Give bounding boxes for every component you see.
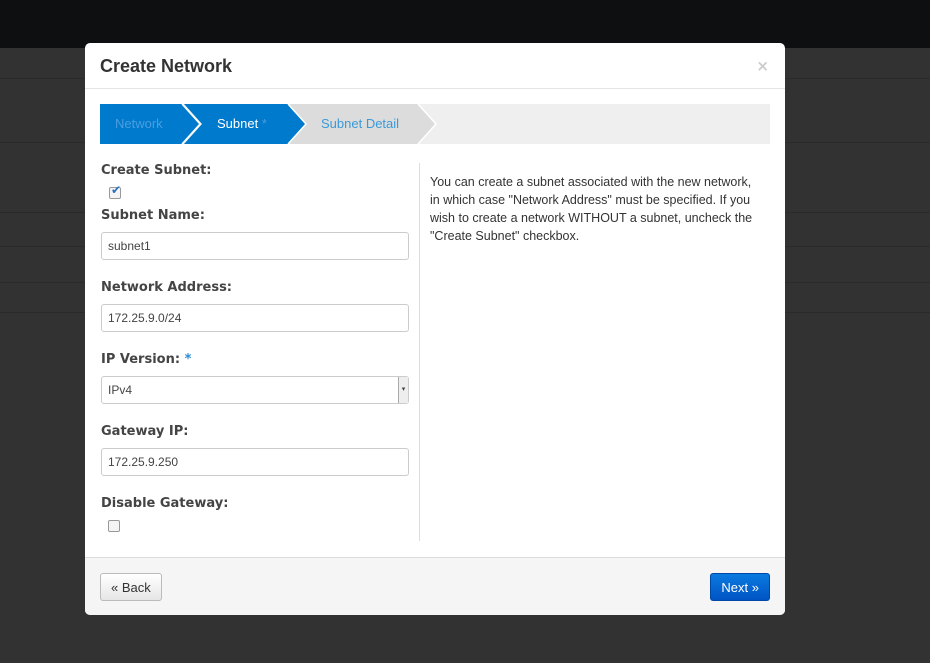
next-button[interactable]: Next » (710, 573, 770, 601)
ip-version-value: IPv4 (108, 383, 133, 397)
step-subnet[interactable]: Subnet * (217, 116, 267, 131)
network-address-input[interactable]: 172.25.9.0/24 (101, 304, 409, 332)
subnet-name-input[interactable]: subnet1 (101, 232, 409, 260)
modal-header: Create Network × (85, 43, 785, 89)
ip-version-label-text: IP Version: (101, 352, 181, 367)
chevron-down-icon: ▾ (398, 377, 408, 403)
ip-version-select[interactable]: IPv4 ▾ (101, 376, 409, 404)
checkmark-icon: ✔ (111, 183, 122, 197)
disable-gateway-checkbox[interactable] (108, 520, 120, 532)
required-marker: * (184, 352, 192, 367)
step-subnet-detail[interactable]: Subnet Detail (321, 116, 399, 131)
subnet-form: Create Subnet: ✔ Subnet Name: subnet1 Ne… (101, 163, 411, 532)
gateway-ip-input[interactable]: 172.25.9.250 (101, 448, 409, 476)
top-navbar (0, 0, 930, 48)
create-subnet-checkbox[interactable]: ✔ (109, 183, 121, 199)
gateway-ip-label: Gateway IP: (101, 424, 189, 439)
modal-footer: « Back Next » (85, 557, 785, 615)
required-marker: * (261, 116, 267, 131)
disable-gateway-label: Disable Gateway: (101, 496, 229, 511)
divider (419, 163, 420, 541)
ip-version-label: IP Version: * (101, 352, 411, 370)
wizard-steps: Network Subnet * Subnet Detail (100, 104, 770, 144)
modal-title: Create Network (100, 56, 233, 76)
help-text: You can create a subnet associated with … (430, 175, 753, 243)
close-icon[interactable]: × (756, 57, 769, 75)
network-address-label: Network Address: (101, 280, 233, 295)
create-subnet-label: Create Subnet: (101, 163, 212, 178)
step-network[interactable]: Network (115, 116, 163, 131)
step-subnet-label: Subnet (217, 116, 259, 131)
create-network-modal: Create Network × Network Subnet * Subnet… (85, 43, 785, 615)
subnet-name-label: Subnet Name: (101, 208, 205, 223)
back-button[interactable]: « Back (100, 573, 162, 601)
